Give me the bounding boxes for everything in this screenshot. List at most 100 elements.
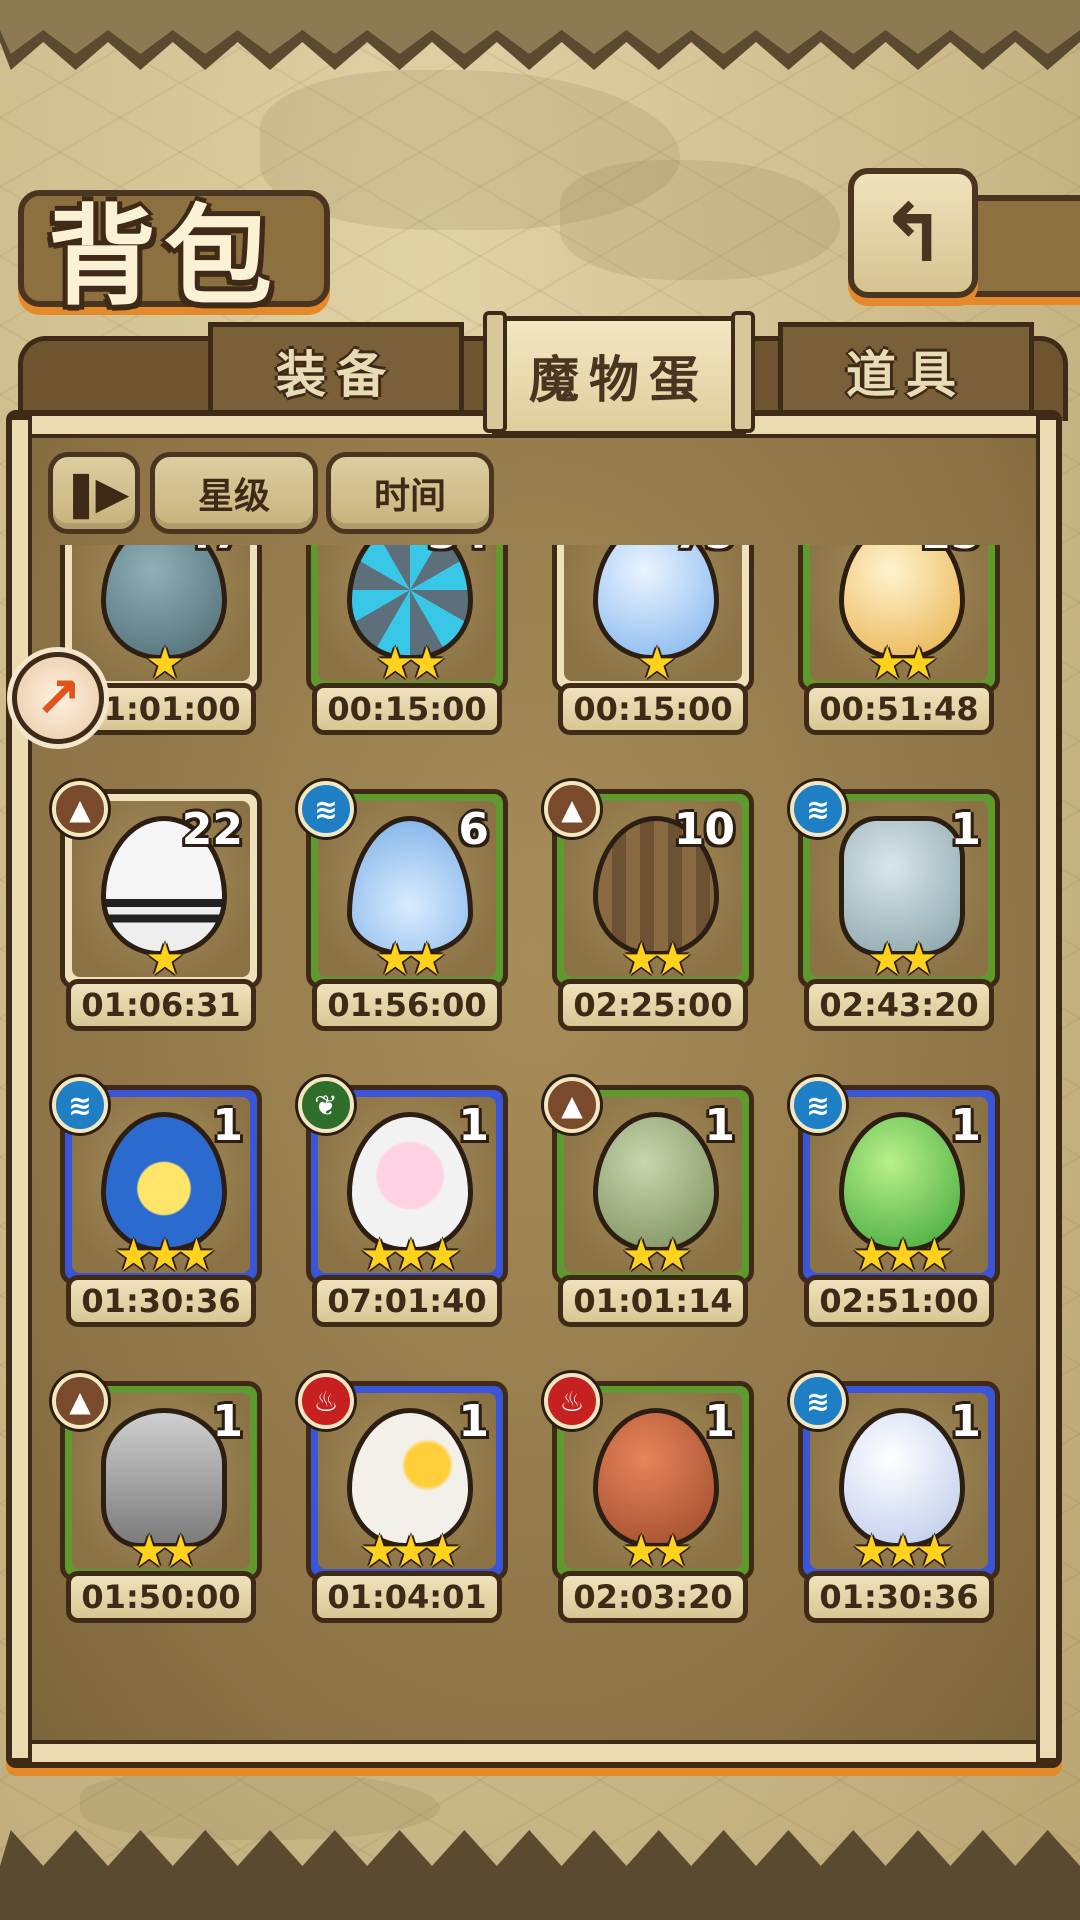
hatch-timer: 01:56:00 (312, 979, 502, 1031)
egg-count: 1 (212, 1396, 243, 1447)
water-element-icon: ≋ (52, 1077, 108, 1133)
egg-count: 1 (950, 1396, 981, 1447)
back-button[interactable]: ↰ (848, 168, 978, 298)
water-element-icon: ≋ (298, 781, 354, 837)
hatch-timer: 01:01:14 (558, 1275, 748, 1327)
page-title: 背包 (48, 194, 281, 320)
collapse-side-button[interactable]: ↗ (12, 652, 104, 744)
egg-grid-viewport[interactable]: 47★≋01:01:0034★★≋00:15:0075★≋00:15:0015★… (30, 545, 1020, 1735)
tab-equipment-label: 装备 (276, 345, 396, 404)
tab-monster-egg-label: 魔物蛋 (529, 350, 709, 409)
egg-slot[interactable]: 75★≋00:15:00 (552, 545, 754, 735)
egg-slot[interactable]: 1 ★★ ♨ 02:03:20 (544, 1373, 754, 1623)
egg-slot[interactable]: 34★★≋00:15:00 (306, 545, 508, 735)
earth-element-icon: ▲ (544, 1077, 600, 1133)
map-landmass (80, 1770, 440, 1840)
star-rating: ★★ (621, 1230, 693, 1281)
egg-count: 1 (458, 1396, 489, 1447)
egg-slot[interactable]: 1 ★★ ▲ 01:01:14 (544, 1077, 754, 1327)
egg-count: 6 (458, 804, 489, 855)
hatch-timer: 00:15:00 (312, 683, 502, 735)
tab-equipment[interactable]: 装备 (208, 322, 464, 420)
panel-rail (8, 416, 32, 1762)
egg-count: 1 (704, 1396, 735, 1447)
tab-monster-egg[interactable]: 魔物蛋 (483, 311, 755, 436)
star-rating: ★★ (375, 638, 447, 689)
egg-count: 75 (674, 545, 735, 559)
hatch-timer: 02:43:20 (804, 979, 994, 1031)
back-arrow-icon: ↰ (879, 186, 947, 280)
star-rating: ★★★ (359, 1230, 462, 1281)
arrow-icon: ↗ (34, 665, 82, 731)
fire-element-icon: ♨ (298, 1373, 354, 1429)
egg-count: 1 (950, 1100, 981, 1151)
egg-count: 34 (428, 545, 489, 559)
sort-by-time-button[interactable]: 时间 (326, 452, 494, 534)
egg-count: 1 (212, 1100, 243, 1151)
egg-slot[interactable]: 10 ★★ ▲ 02:25:00 (544, 781, 754, 1031)
sort-order-button[interactable]: ❚▶ (48, 452, 140, 534)
sort-by-star-button[interactable]: 星级 (150, 452, 318, 534)
egg-slot[interactable]: 1 ★★ ▲ 01:50:00 (52, 1373, 262, 1623)
hatch-timer: 00:51:48 (804, 683, 994, 735)
egg-slot[interactable]: 15★★▲00:51:48 (798, 545, 1000, 735)
water-element-icon: ≋ (790, 1077, 846, 1133)
star-rating: ★★ (129, 1526, 201, 1577)
egg-slot[interactable]: 1 ★★★ ≋ 01:30:36 (52, 1077, 262, 1327)
egg-slot[interactable]: 6 ★★ ≋ 01:56:00 (298, 781, 508, 1031)
egg-count: 22 (181, 804, 243, 855)
egg-grid: 47★≋01:01:0034★★≋00:15:0075★≋00:15:0015★… (52, 545, 1000, 1623)
egg-count: 10 (673, 804, 735, 855)
hatch-timer: 01:04:01 (312, 1571, 502, 1623)
hatch-timer: 02:51:00 (804, 1275, 994, 1327)
sort-by-time-label: 时间 (373, 475, 446, 517)
egg-count: 1 (704, 1100, 735, 1151)
star-rating: ★★★ (851, 1526, 954, 1577)
tab-post (731, 311, 755, 433)
hatch-timer: 01:30:36 (66, 1275, 256, 1327)
tab-items[interactable]: 道具 (778, 322, 1034, 420)
tab-items-label: 道具 (846, 345, 966, 404)
egg-slot[interactable]: 1 ★★★ ♨ 01:04:01 (298, 1373, 508, 1623)
egg-card: 75 ★ (552, 545, 754, 693)
hatch-timer: 01:06:31 (66, 979, 256, 1031)
hatch-timer: 00:15:00 (558, 683, 748, 735)
egg-count: 15 (920, 545, 981, 559)
star-rating: ★★ (621, 934, 693, 985)
earth-element-icon: ▲ (52, 781, 108, 837)
star-rating: ★★ (867, 934, 939, 985)
egg-count: 47 (182, 545, 243, 559)
egg-slot[interactable]: 1 ★★★ ❦ 07:01:40 (298, 1077, 508, 1327)
earth-element-icon: ▲ (52, 1373, 108, 1429)
star-rating: ★★★ (113, 1230, 216, 1281)
map-landmass (560, 160, 840, 280)
panel-rail (1036, 416, 1060, 1762)
star-rating: ★★ (621, 1526, 693, 1577)
sort-by-star-label: 星级 (197, 475, 270, 517)
egg-count: 1 (950, 804, 981, 855)
hatch-timer: 07:01:40 (312, 1275, 502, 1327)
egg-card: 34 ★★ (306, 545, 508, 693)
hatch-timer: 01:30:36 (804, 1571, 994, 1623)
star-rating: ★★ (375, 934, 447, 985)
star-rating: ★★★ (359, 1526, 462, 1577)
tab-post (483, 311, 507, 433)
egg-slot[interactable]: 1 ★★★ ≋ 02:51:00 (790, 1077, 1000, 1327)
star-rating: ★★ (867, 638, 939, 689)
egg-slot[interactable]: 1 ★★ ≋ 02:43:20 (790, 781, 1000, 1031)
plant-element-icon: ❦ (298, 1077, 354, 1133)
sort-toggle-icon: ❚▶ (62, 467, 130, 519)
egg-slot[interactable]: 1 ★★★ ≋ 01:30:36 (790, 1373, 1000, 1623)
panel-rail (12, 1740, 1056, 1766)
egg-slot[interactable]: 22 ★ ▲ 01:06:31 (52, 781, 262, 1031)
fire-element-icon: ♨ (544, 1373, 600, 1429)
water-element-icon: ≋ (790, 781, 846, 837)
back-button-plate (960, 195, 1080, 297)
egg-card: 15 ★★ (798, 545, 1000, 693)
star-rating: ★ (145, 934, 184, 985)
hatch-timer: 02:25:00 (558, 979, 748, 1031)
water-element-icon: ≋ (790, 1373, 846, 1429)
star-rating: ★★★ (851, 1230, 954, 1281)
earth-element-icon: ▲ (544, 781, 600, 837)
star-rating: ★ (637, 638, 676, 689)
